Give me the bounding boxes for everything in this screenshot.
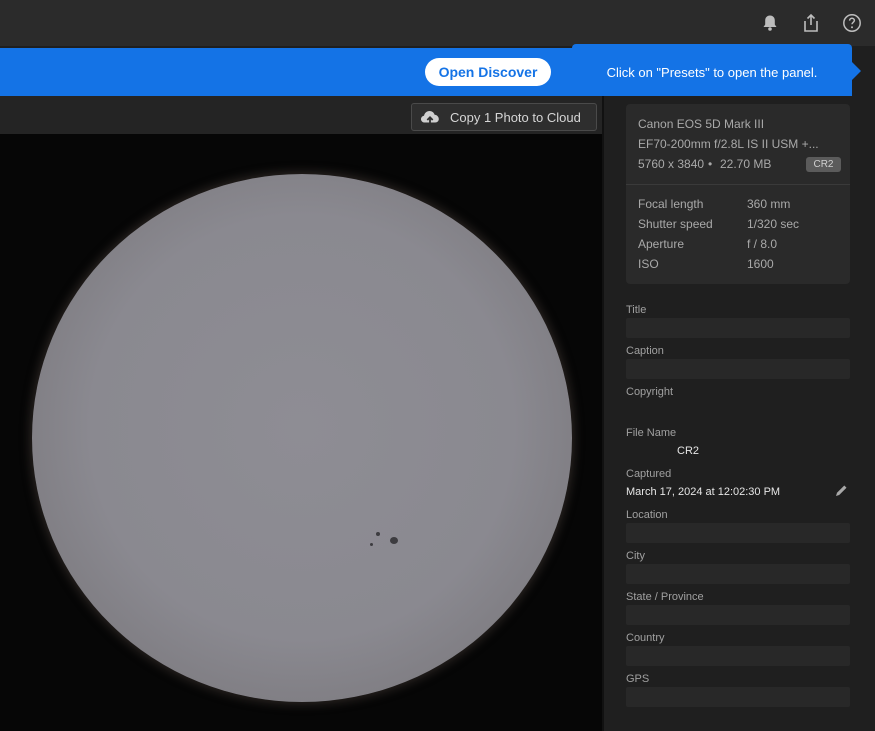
location-label: Location [626, 509, 668, 521]
gps-input[interactable] [626, 687, 850, 707]
country-label: Country [626, 632, 665, 644]
tooltip-text: Click on "Presets" to open the panel. [606, 64, 818, 80]
exif-value: 1600 [747, 257, 774, 271]
photo-viewer[interactable] [0, 134, 602, 731]
sun-photo [32, 174, 572, 702]
lens-model: EF70-200mm f/2.8L IS II USM +... [638, 137, 819, 151]
title-label: Title [626, 304, 647, 316]
state-label: State / Province [626, 591, 704, 603]
share-icon[interactable] [798, 10, 824, 36]
city-label: City [626, 550, 645, 562]
tooltip-arrow [852, 62, 861, 80]
exif-value: 1/320 sec [747, 217, 800, 231]
sunspot [370, 543, 373, 546]
file-name-label: File Name [626, 427, 677, 439]
top-bar [0, 0, 875, 46]
presets-tooltip: Click on "Presets" to open the panel. [572, 44, 852, 100]
help-icon[interactable] [839, 10, 865, 36]
camera-info-card [626, 104, 850, 284]
copyright-label: Copyright [626, 386, 674, 398]
file-size: 22.70 MB [720, 157, 772, 171]
exif-value: f / 8.0 [747, 237, 778, 251]
pencil-icon[interactable] [834, 484, 848, 498]
exif-value: 360 mm [747, 197, 791, 211]
location-input[interactable] [626, 523, 850, 543]
file-name-value: CR2 [677, 445, 700, 457]
captured-label: Captured [626, 468, 672, 480]
exif-label: ISO [638, 257, 659, 271]
city-input[interactable] [626, 564, 850, 584]
info-separator: • [708, 157, 713, 171]
exif-label: Shutter speed [638, 217, 713, 231]
gps-label: GPS [626, 673, 650, 685]
captured-value: March 17, 2024 at 12:02:30 PM [626, 486, 781, 498]
card-divider [626, 184, 850, 185]
copy-to-cloud-label: Copy 1 Photo to Cloud [450, 109, 581, 125]
bell-icon[interactable] [757, 10, 783, 36]
state-input[interactable] [626, 605, 850, 625]
cloud-upload-icon [421, 111, 439, 125]
format-badge: CR2 [806, 157, 841, 172]
copy-to-cloud-button[interactable]: Copy 1 Photo to Cloud [411, 103, 597, 131]
caption-input[interactable] [626, 359, 850, 379]
open-discover-button[interactable]: Open Discover [425, 58, 551, 86]
sunspot [390, 537, 398, 544]
sunspot [376, 532, 380, 536]
country-input[interactable] [626, 646, 850, 666]
caption-label: Caption [626, 345, 664, 357]
title-input[interactable] [626, 318, 850, 338]
image-dimensions: 5760 x 3840 [638, 157, 705, 171]
camera-model: Canon EOS 5D Mark III [638, 117, 765, 131]
exif-label: Aperture [638, 237, 685, 251]
exif-label: Focal length [638, 197, 704, 211]
